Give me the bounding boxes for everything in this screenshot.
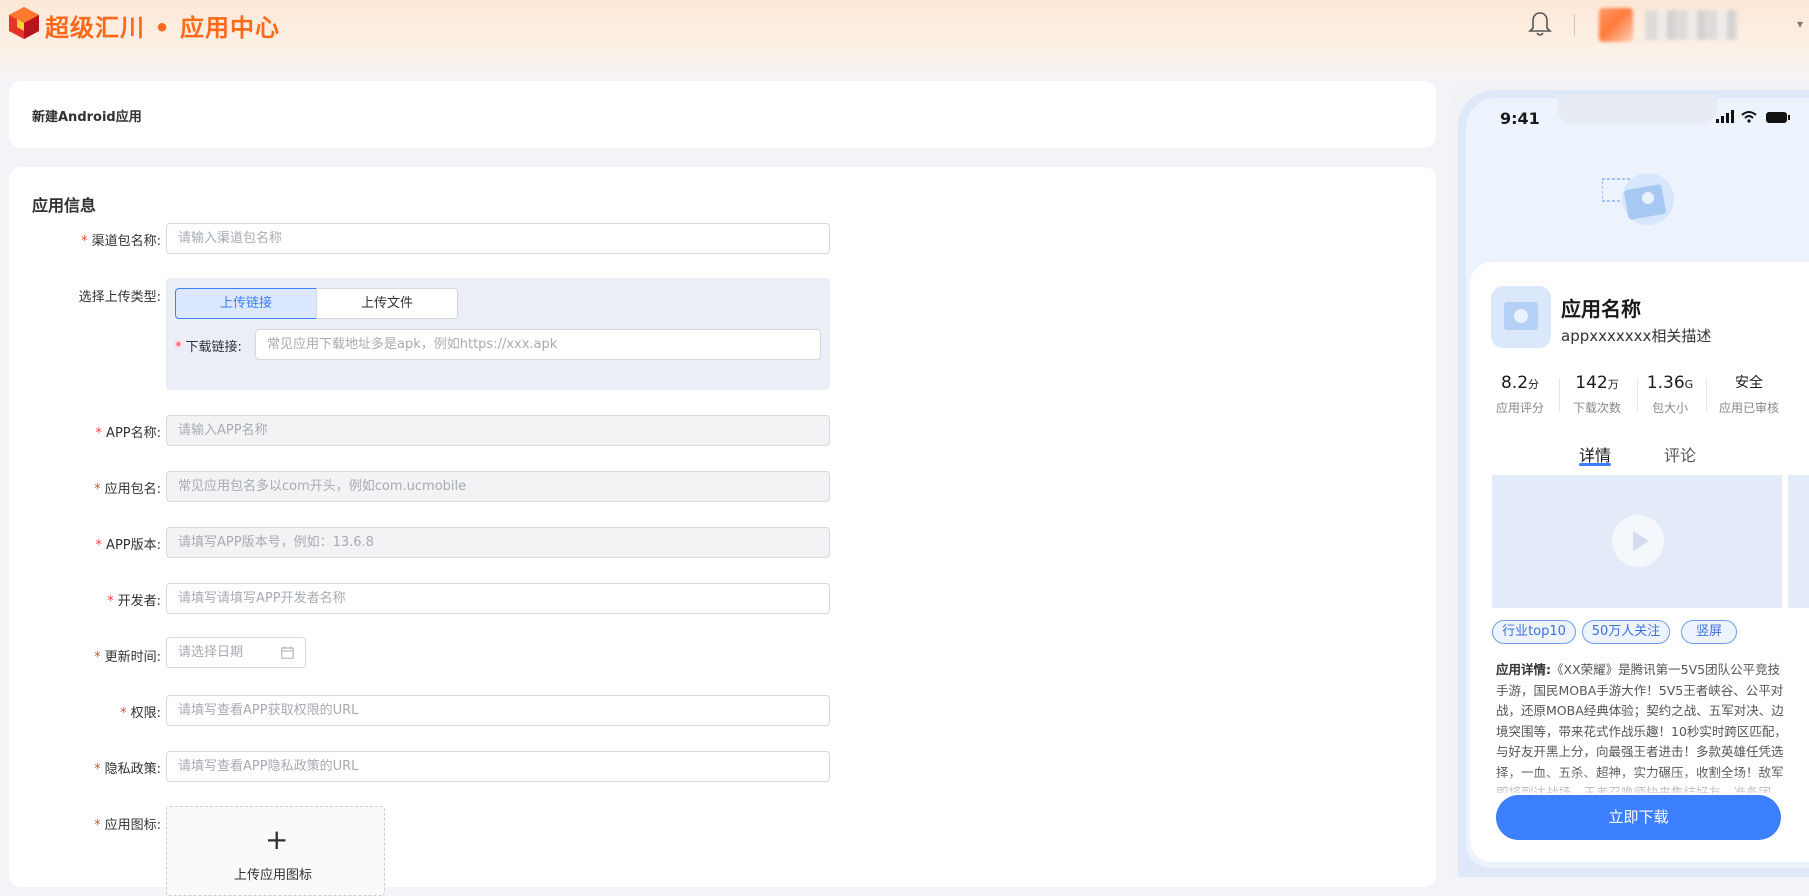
image-placeholder-icon — [1602, 173, 1674, 225]
upload-icon-text[interactable]: 上传应用图标 — [234, 864, 312, 883]
package-name-input[interactable]: 常见应用包名多以com开头，例如com.ucmobile — [166, 471, 830, 502]
download-link-label: * 下载链接: — [175, 340, 242, 355]
play-icon[interactable] — [1612, 515, 1664, 567]
preview-app-desc: appxxxxxxx相关描述 — [1561, 327, 1712, 345]
top-bar: 超级汇川 • 应用中心 ▾ — [0, 0, 1809, 80]
stat-safety: 安全 应用已审核 — [1718, 375, 1779, 415]
update-time-label: * 更新时间: — [94, 650, 161, 665]
tag-portrait: 竖屏 — [1681, 620, 1737, 644]
app-version-input[interactable]: 请填写APP版本号，例如：13.6.8 — [166, 527, 830, 558]
app-name-input[interactable]: 请输入APP名称 — [166, 415, 830, 446]
download-button[interactable]: 立即下载 — [1496, 795, 1781, 840]
header-divider — [1574, 14, 1575, 36]
brand-title: 超级汇川 • 应用中心 — [45, 14, 281, 42]
stat-downloads: 142万 下载次数 — [1572, 373, 1621, 415]
upload-file-tab[interactable]: 上传文件 — [316, 288, 458, 319]
brand-logo-icon — [9, 7, 39, 39]
status-bar-icons — [1716, 110, 1790, 123]
tab-comments[interactable]: 评论 — [1664, 442, 1696, 466]
page-header-card — [9, 81, 1436, 148]
app-version-label: * APP版本: — [95, 538, 161, 553]
tag-followers: 50万人关注 — [1582, 620, 1670, 644]
plus-icon[interactable]: + — [265, 826, 288, 854]
package-name-label: * 应用包名: — [94, 482, 161, 497]
username-blurred[interactable] — [1645, 10, 1737, 40]
preview-app-name: 应用名称 — [1561, 297, 1641, 321]
upload-link-tab[interactable]: 上传链接 — [175, 288, 317, 319]
stat-size: 1.36G 包大小 — [1646, 373, 1694, 415]
next-media-placeholder — [1788, 475, 1809, 608]
permissions-label: * 权限: — [120, 706, 161, 721]
upload-type-label: 选择上传类型: — [78, 290, 161, 305]
channel-package-label: * 渠道包名称: — [81, 234, 161, 249]
avatar[interactable] — [1599, 8, 1633, 42]
tab-underline — [1579, 463, 1611, 466]
permissions-input[interactable]: 请填写查看APP获取权限的URL — [166, 695, 830, 726]
section-title: 应用信息 — [32, 196, 97, 215]
app-icon-placeholder — [1491, 286, 1551, 348]
developer-input[interactable]: 请填写请填写APP开发者名称 — [166, 583, 830, 614]
stat-divider — [1706, 378, 1707, 412]
channel-package-input[interactable]: 请输入渠道包名称 — [166, 223, 830, 254]
privacy-label: * 隐私政策: — [94, 762, 161, 777]
privacy-input[interactable]: 请填写查看APP隐私政策的URL — [166, 751, 830, 782]
developer-label: * 开发者: — [107, 594, 161, 609]
stat-rating: 8.2分 应用评分 — [1495, 373, 1544, 415]
download-link-input[interactable]: 常见应用下载地址多是apk，例如https://xxx.apk — [255, 329, 821, 360]
app-icon-label: * 应用图标: — [94, 818, 161, 833]
status-time: 9:41 — [1500, 109, 1540, 128]
page-title: 新建Android应用 — [32, 110, 142, 125]
app-name-label: * APP名称: — [95, 426, 161, 441]
calendar-icon[interactable] — [281, 646, 294, 659]
chevron-down-icon[interactable]: ▾ — [1797, 17, 1803, 31]
tag-top10: 行业top10 — [1492, 620, 1576, 644]
phone-notch — [1557, 94, 1717, 124]
bell-icon[interactable] — [1527, 10, 1553, 38]
stat-divider — [1559, 378, 1560, 412]
